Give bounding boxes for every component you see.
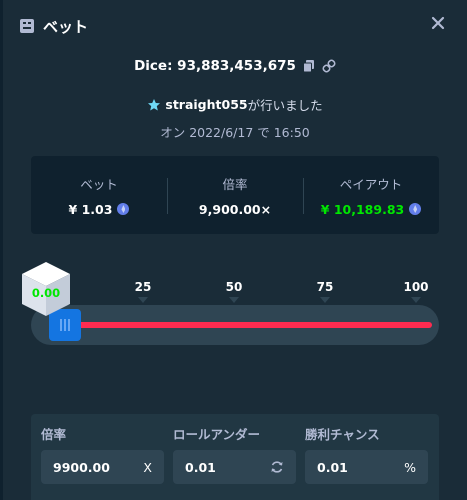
stat-payout-label: ペイアウト [339, 176, 403, 192]
username-link[interactable]: straight055 [165, 97, 247, 112]
tick-mark [229, 297, 239, 303]
modal-header: ベット [19, 14, 451, 38]
placed-by-suffix: が行いました [247, 98, 323, 113]
multiplier-field: 倍率 9900.00 X [41, 424, 164, 484]
stat-bet-value-row: ¥ 1.03 [31, 202, 167, 217]
win-chance-suffix: % [404, 459, 416, 475]
result-cube: 0.00 [20, 260, 78, 322]
refresh-icon[interactable] [270, 460, 284, 474]
dice-id-row: Dice: 93,883,453,675 [3, 58, 467, 74]
bet-settings-panel: 倍率 9900.00 X ロールアンダー 0.01 勝利チャンス 0.01 % [31, 414, 439, 500]
stat-multiplier-value-row: 9,900.00× [167, 202, 303, 217]
multiplier-suffix: X [143, 459, 152, 475]
tick-label: 100 [403, 280, 429, 294]
multiplier-value: 9900.00 [53, 459, 110, 475]
dice-id: Dice: 93,883,453,675 [134, 58, 296, 74]
tick-label: 25 [134, 280, 152, 294]
slider-track[interactable] [31, 305, 439, 345]
stats-panel: ベット ¥ 1.03 倍率 9,900.00× ペイアウト ¥ 10,189.8… [31, 156, 439, 234]
tick-label: 75 [316, 280, 334, 294]
stat-payout: ペイアウト ¥ 10,189.83 [303, 174, 439, 217]
modal-title: ベット [43, 17, 89, 36]
tick-label: 50 [225, 280, 243, 294]
stat-payout-value-row: ¥ 10,189.83 [303, 202, 439, 217]
tick-mark [138, 297, 148, 303]
stat-bet-value: ¥ 1.03 [68, 201, 113, 217]
result-value: 0.00 [31, 286, 61, 300]
roll-under-label: ロールアンダー [173, 427, 261, 442]
multiplier-input[interactable]: 9900.00 X [41, 450, 164, 484]
tick-mark [411, 297, 421, 303]
win-chance-field: 勝利チャンス 0.01 % [305, 424, 428, 484]
link-icon[interactable] [322, 59, 336, 73]
bet-ticket-icon [20, 19, 34, 33]
dice-slider: 0 25 50 75 100 [19, 260, 449, 360]
win-chance-label: 勝利チャンス [305, 427, 380, 442]
stat-multiplier-value: 9,900.00× [198, 201, 272, 217]
placed-by-row: straight055 が行いました [3, 95, 467, 114]
bet-date: オン 2022/6/17 で 16:50 [160, 125, 310, 140]
close-icon[interactable] [431, 16, 445, 30]
bet-modal: ベット Dice: 93,883,453,675 straight055 が行い… [0, 0, 467, 500]
multiplier-label: 倍率 [41, 427, 67, 442]
stat-multiplier-label: 倍率 [222, 176, 248, 192]
ethereum-coin-icon [409, 203, 422, 215]
win-chance-value: 0.01 [317, 459, 348, 475]
roll-under-field: ロールアンダー 0.01 [173, 424, 296, 484]
win-chance-input[interactable]: 0.01 % [305, 450, 428, 484]
roll-under-value: 0.01 [185, 459, 216, 475]
stat-bet-label: ベット [80, 176, 118, 192]
slider-lose-zone [71, 322, 432, 328]
star-user-icon [148, 98, 161, 110]
stat-multiplier: 倍率 9,900.00× [167, 174, 303, 217]
stat-bet: ベット ¥ 1.03 [31, 174, 167, 217]
tick-mark [320, 297, 330, 303]
copy-icon[interactable] [302, 59, 316, 73]
stat-payout-value: ¥ 10,189.83 [320, 201, 405, 217]
ethereum-coin-icon [117, 203, 130, 215]
roll-under-input[interactable]: 0.01 [173, 450, 296, 484]
